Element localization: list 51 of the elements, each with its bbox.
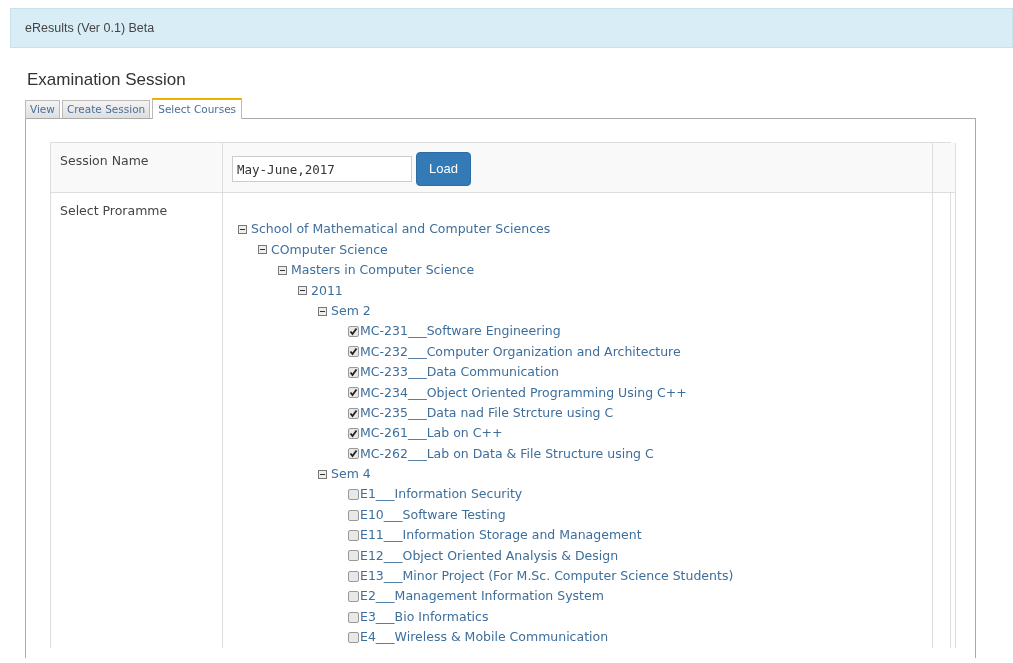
checkbox[interactable] bbox=[348, 387, 359, 399]
checkbox[interactable] bbox=[348, 489, 359, 501]
course-link[interactable]: E1___Information Security bbox=[360, 484, 523, 505]
collapse-icon[interactable] bbox=[258, 245, 267, 255]
collapse-icon[interactable] bbox=[318, 469, 327, 479]
checkbox[interactable] bbox=[348, 550, 359, 562]
checkbox[interactable] bbox=[348, 570, 359, 582]
course-link[interactable]: E3___Bio Informatics bbox=[360, 606, 489, 628]
field-label: Session Name bbox=[59, 152, 150, 171]
tab[interactable]: View bbox=[25, 100, 60, 119]
tab[interactable]: Create Session bbox=[61, 100, 151, 119]
tree-node-link[interactable]: Masters in Computer Science bbox=[291, 260, 475, 281]
checkbox[interactable] bbox=[348, 448, 359, 460]
field-label: Select Proramme bbox=[59, 202, 169, 221]
collapse-icon[interactable] bbox=[238, 225, 247, 235]
course-link[interactable]: MC-234___Object Oriented Programming Using C++ bbox=[360, 382, 687, 403]
course-link[interactable]: E13___Minor Project (For M.Sc. Computer Science Students) bbox=[360, 566, 734, 587]
checkbox[interactable] bbox=[348, 366, 359, 378]
checkbox[interactable] bbox=[348, 591, 359, 603]
checkbox[interactable] bbox=[348, 428, 359, 439]
checkbox[interactable] bbox=[348, 509, 359, 521]
course-link[interactable]: MC-232___Computer Organization and Architecture bbox=[360, 341, 681, 363]
course-link[interactable]: MC-231___Software Engineering bbox=[360, 321, 561, 342]
tree-node-link[interactable]: Sem 2 bbox=[331, 300, 371, 322]
checkbox[interactable] bbox=[348, 326, 359, 338]
checkbox[interactable] bbox=[348, 529, 359, 541]
checkbox[interactable] bbox=[348, 346, 359, 358]
course-link[interactable]: E11___Information Storage and Management bbox=[360, 525, 642, 546]
course-link[interactable]: E12___Object Oriented Analysis & Design bbox=[360, 545, 619, 567]
course-link[interactable]: MC-261___Lab on C++ bbox=[360, 423, 503, 444]
course-link[interactable]: E10___Software Testing bbox=[360, 504, 506, 526]
page-heading: Examination Session bbox=[27, 70, 187, 91]
app-title: eResults (Ver 0.1) Beta bbox=[25, 19, 155, 37]
course-link[interactable]: MC-262___Lab on Data & File Structure using C bbox=[360, 443, 654, 465]
tree-node-link[interactable]: School of Mathematical and Computer Sciences bbox=[251, 219, 551, 240]
tree-node-link[interactable]: 2011 bbox=[311, 280, 343, 301]
tree-node-link[interactable]: Sem 4 bbox=[331, 464, 371, 485]
session-name-field[interactable]: May-June,2017 bbox=[232, 156, 412, 183]
collapse-icon[interactable] bbox=[278, 265, 287, 275]
tab[interactable]: Select Courses bbox=[152, 98, 243, 120]
course-link[interactable]: E4___Wireless & Mobile Communication bbox=[360, 627, 609, 648]
collapse-icon[interactable] bbox=[298, 286, 307, 296]
course-link[interactable]: E2___Management Information System bbox=[360, 586, 604, 607]
checkbox[interactable] bbox=[348, 611, 359, 623]
course-link[interactable]: MC-233___Data Communication bbox=[360, 362, 559, 383]
tree-node-link[interactable]: COmputer Science bbox=[271, 239, 388, 261]
collapse-icon[interactable] bbox=[318, 306, 327, 316]
course-link[interactable]: MC-235___Data nad File Strcture using C bbox=[360, 402, 614, 424]
checkbox[interactable] bbox=[348, 407, 359, 419]
checkbox[interactable] bbox=[348, 631, 359, 643]
load-button[interactable]: Load bbox=[416, 152, 471, 186]
